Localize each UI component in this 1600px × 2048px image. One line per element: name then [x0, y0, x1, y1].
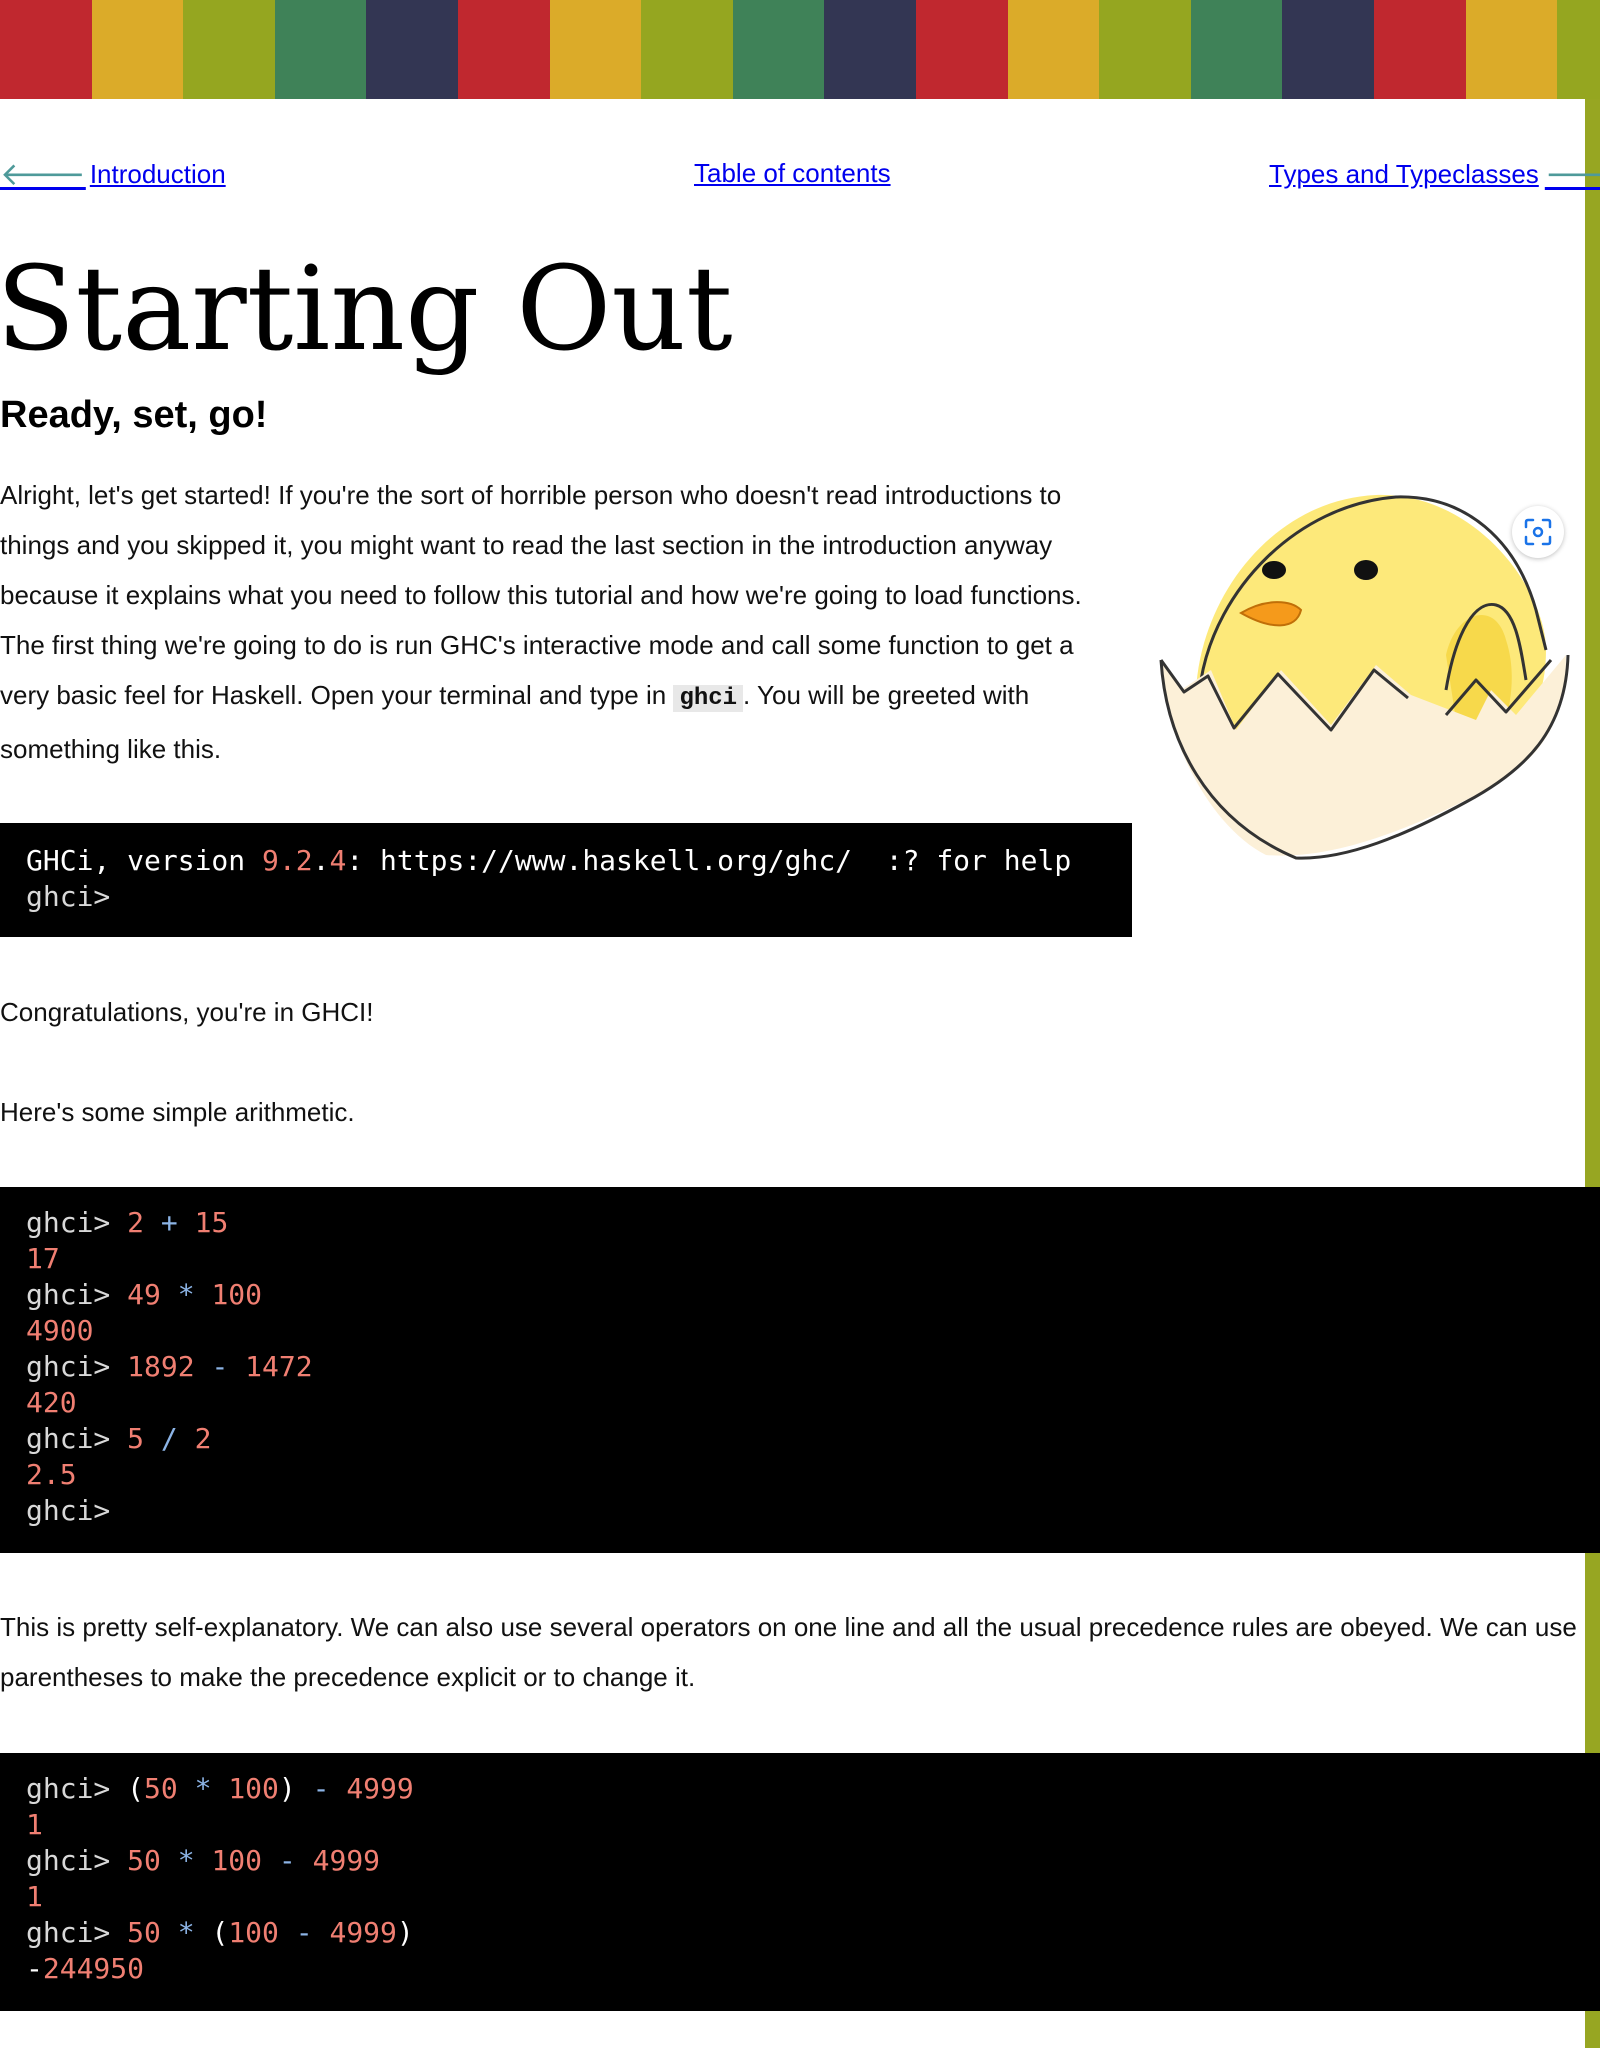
- code-line: GHCi, version 9.2.4: https://www.haskell…: [26, 844, 1072, 877]
- code-line: ghci> 5 / 2: [26, 1422, 212, 1455]
- header-stripe-segment: [274, 0, 367, 99]
- header-stripe-segment: [0, 0, 92, 99]
- header-stripe-segment: [457, 0, 550, 99]
- header-stripe-segment: [1282, 0, 1374, 99]
- header-stripe-segment: [732, 0, 825, 99]
- code-line: -244950: [26, 1952, 145, 1985]
- code-line: ghci> 49 * 100: [26, 1278, 263, 1311]
- header-stripe-segment: [1373, 0, 1466, 99]
- code-line: ghci>: [26, 1494, 111, 1527]
- code-line: ghci> 2 + 15: [26, 1206, 229, 1239]
- code-line: ghci> 50 * 100 - 4999: [26, 1844, 381, 1877]
- header-stripe-segment: [915, 0, 1008, 99]
- code-block-ghci-banner: GHCi, version 9.2.4: https://www.haskell…: [0, 823, 1132, 937]
- code-line: 1: [26, 1808, 43, 1841]
- code-line: 1: [26, 1880, 43, 1913]
- precedence-paragraph: This is pretty self-explanatory. We can …: [0, 1612, 1577, 1692]
- section-subtitle: Ready, set, go!: [0, 394, 268, 436]
- header-stripe-segment: [91, 0, 184, 99]
- arithmetic-intro-paragraph: Here's some simple arithmetic.: [0, 1097, 355, 1127]
- image-zoom-button[interactable]: [1512, 506, 1564, 558]
- code-line: 4900: [26, 1314, 94, 1347]
- header-stripe-segment: [1007, 0, 1100, 99]
- code-line: 420: [26, 1386, 77, 1419]
- code-line: 17: [26, 1242, 60, 1275]
- header-stripe-segment: [366, 0, 458, 99]
- code-block-precedence: ghci> (50 * 100) - 4999 1 ghci> 50 * 100…: [0, 1753, 1600, 2011]
- intro-text: Alright, let's get started! If you're th…: [0, 480, 1082, 710]
- header-stripe-segment: [183, 0, 275, 99]
- nav-previous-label: Introduction: [89, 158, 226, 189]
- header-stripe-segment: [1465, 0, 1558, 99]
- arrow-right-icon: 🡒: [1544, 156, 1600, 192]
- nav-table-of-contents-link[interactable]: Table of contents: [694, 158, 891, 189]
- arrow-left-icon: 🡐: [0, 156, 86, 192]
- header-stripe-segment: [1557, 0, 1600, 99]
- header-stripe-segment: [549, 0, 642, 99]
- header-color-stripe: [0, 0, 1600, 99]
- code-line: ghci>: [26, 880, 111, 913]
- image-zoom-icon: [1524, 518, 1552, 546]
- code-line: ghci> 50 * (100 - 4999): [26, 1916, 414, 1949]
- nav-previous-link[interactable]: 🡐 Introduction: [0, 158, 226, 190]
- code-line: 2.5: [26, 1458, 77, 1491]
- header-stripe-segment: [1190, 0, 1283, 99]
- page-title: Starting Out: [0, 242, 733, 377]
- intro-paragraph: Alright, let's get started! If you're th…: [0, 470, 1120, 774]
- header-stripe-segment: [1099, 0, 1191, 99]
- code-line: ghci> (50 * 100) - 4999: [26, 1772, 414, 1805]
- header-stripe-segment: [641, 0, 733, 99]
- inline-code-ghci: ghci: [673, 685, 744, 712]
- nav-next-label: Types and Typeclasses: [1269, 158, 1539, 189]
- nav-next-link[interactable]: Types and Typeclasses 🡒: [1269, 158, 1600, 190]
- congrats-paragraph: Congratulations, you're in GHCI!: [0, 997, 374, 1027]
- code-line: ghci> 1892 - 1472: [26, 1350, 313, 1383]
- code-block-arithmetic: ghci> 2 + 15 17 ghci> 49 * 100 4900 ghci…: [0, 1187, 1600, 1553]
- header-stripe-segment: [824, 0, 916, 99]
